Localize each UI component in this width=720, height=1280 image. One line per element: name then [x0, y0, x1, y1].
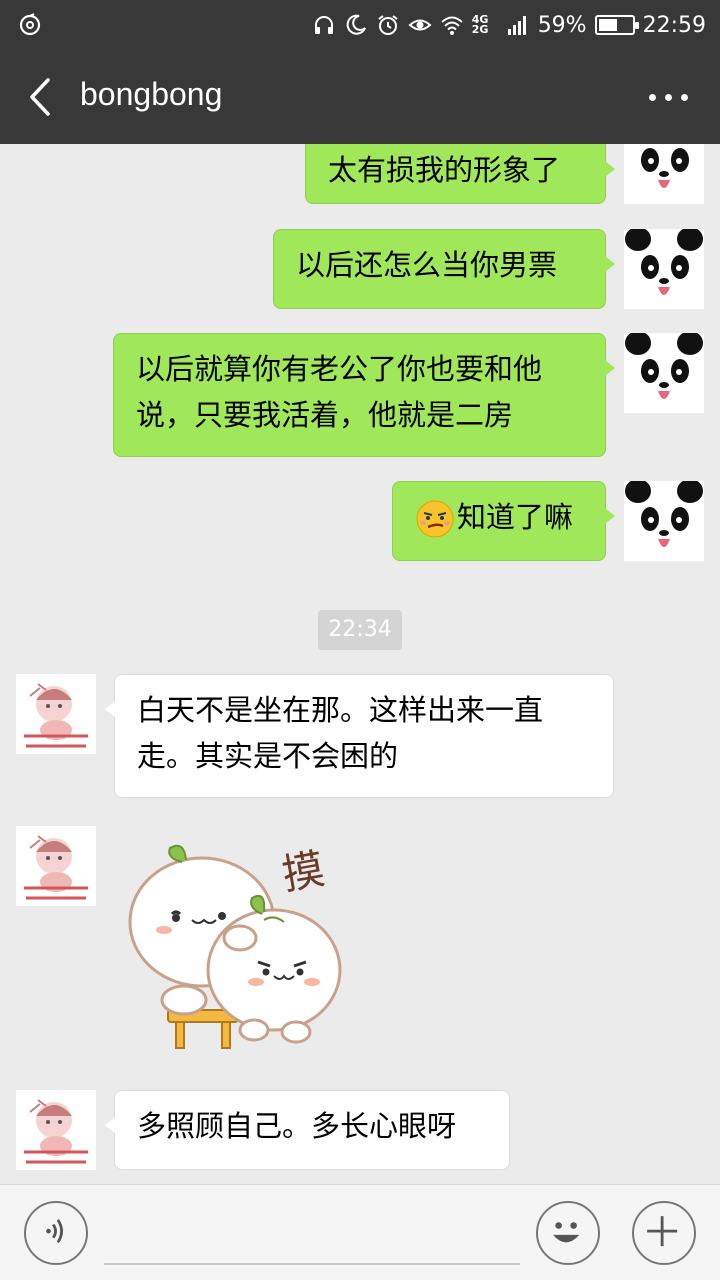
smirk-emoji	[416, 500, 454, 538]
smiley-icon	[553, 1222, 580, 1243]
my-avatar[interactable]	[624, 481, 704, 561]
plus-icon	[647, 1216, 678, 1247]
eye-icon	[408, 19, 432, 31]
battery-percent: 59%	[537, 12, 587, 38]
sticker-caption: 摸	[278, 844, 328, 900]
moon-icon	[346, 14, 366, 35]
headphones-icon	[314, 16, 333, 34]
my-avatar[interactable]	[624, 144, 704, 204]
panda-avatar-icon	[624, 229, 704, 309]
voice-button[interactable]	[24, 1201, 88, 1265]
message-bubble[interactable]: 知道了嘛	[392, 481, 615, 561]
chat-header: bongbong	[0, 50, 720, 144]
wifi-icon	[441, 16, 463, 35]
netease-music-icon	[19, 13, 41, 36]
cartoon-girl-avatar-icon	[16, 674, 96, 754]
message-list[interactable]: 太有损我的形象了 以后还怎么当你男票 以后就算你有老公了你也要和他说，只要我活着…	[0, 144, 720, 1184]
sticker-message[interactable]: 摸	[124, 830, 354, 1060]
message-timestamp: 22:34	[318, 610, 402, 650]
chat-title[interactable]: bongbong	[80, 76, 222, 113]
chevron-left-icon[interactable]	[14, 70, 66, 124]
message-text: 白天不是坐在那。这样出来一直走。其实是不会困的	[137, 693, 544, 773]
message-bubble[interactable]: 太有损我的形象了	[305, 144, 615, 204]
clock: 22:59	[642, 12, 706, 38]
status-bar: 4G 2G 59% 22:59	[0, 0, 720, 50]
panda-avatar-icon	[624, 481, 704, 561]
message-text: 知道了嘛	[457, 500, 574, 534]
input-bar	[0, 1184, 720, 1280]
my-avatar[interactable]	[624, 333, 704, 413]
cartoon-girl-avatar-icon	[16, 1090, 96, 1170]
message-bubble[interactable]: 多照顾自己。多长心眼呀	[105, 1090, 510, 1170]
signal-icon	[507, 16, 526, 35]
contact-avatar[interactable]	[16, 1090, 96, 1170]
message-bubble[interactable]: 白天不是坐在那。这样出来一直走。其实是不会困的	[105, 674, 614, 798]
alarm-icon	[378, 15, 398, 35]
plus-button[interactable]	[632, 1201, 696, 1265]
my-avatar[interactable]	[624, 229, 704, 309]
two-bun-stickers: 摸	[128, 844, 342, 1049]
message-text: 以后就算你有老公了你也要和他说，只要我活着，他就是二房	[136, 352, 543, 432]
emoji-button[interactable]	[536, 1201, 600, 1265]
message-input[interactable]	[104, 1205, 520, 1265]
network-type: 4G 2G	[471, 13, 489, 36]
message-text: 以后还怎么当你男票	[296, 248, 558, 282]
battery-icon	[594, 15, 639, 35]
voice-icon	[46, 1219, 64, 1244]
contact-avatar[interactable]	[16, 674, 96, 754]
message-bubble[interactable]: 以后还怎么当你男票	[273, 229, 615, 309]
message-bubble[interactable]: 以后就算你有老公了你也要和他说，只要我活着，他就是二房	[113, 333, 615, 457]
cartoon-girl-avatar-icon	[16, 826, 96, 906]
contact-avatar[interactable]	[16, 826, 96, 906]
panda-avatar-icon	[624, 144, 704, 204]
more-dots-icon[interactable]	[644, 80, 692, 114]
message-text: 太有损我的形象了	[328, 153, 561, 187]
panda-avatar-icon	[624, 333, 704, 413]
message-text: 多照顾自己。多长心眼呀	[137, 1109, 457, 1143]
